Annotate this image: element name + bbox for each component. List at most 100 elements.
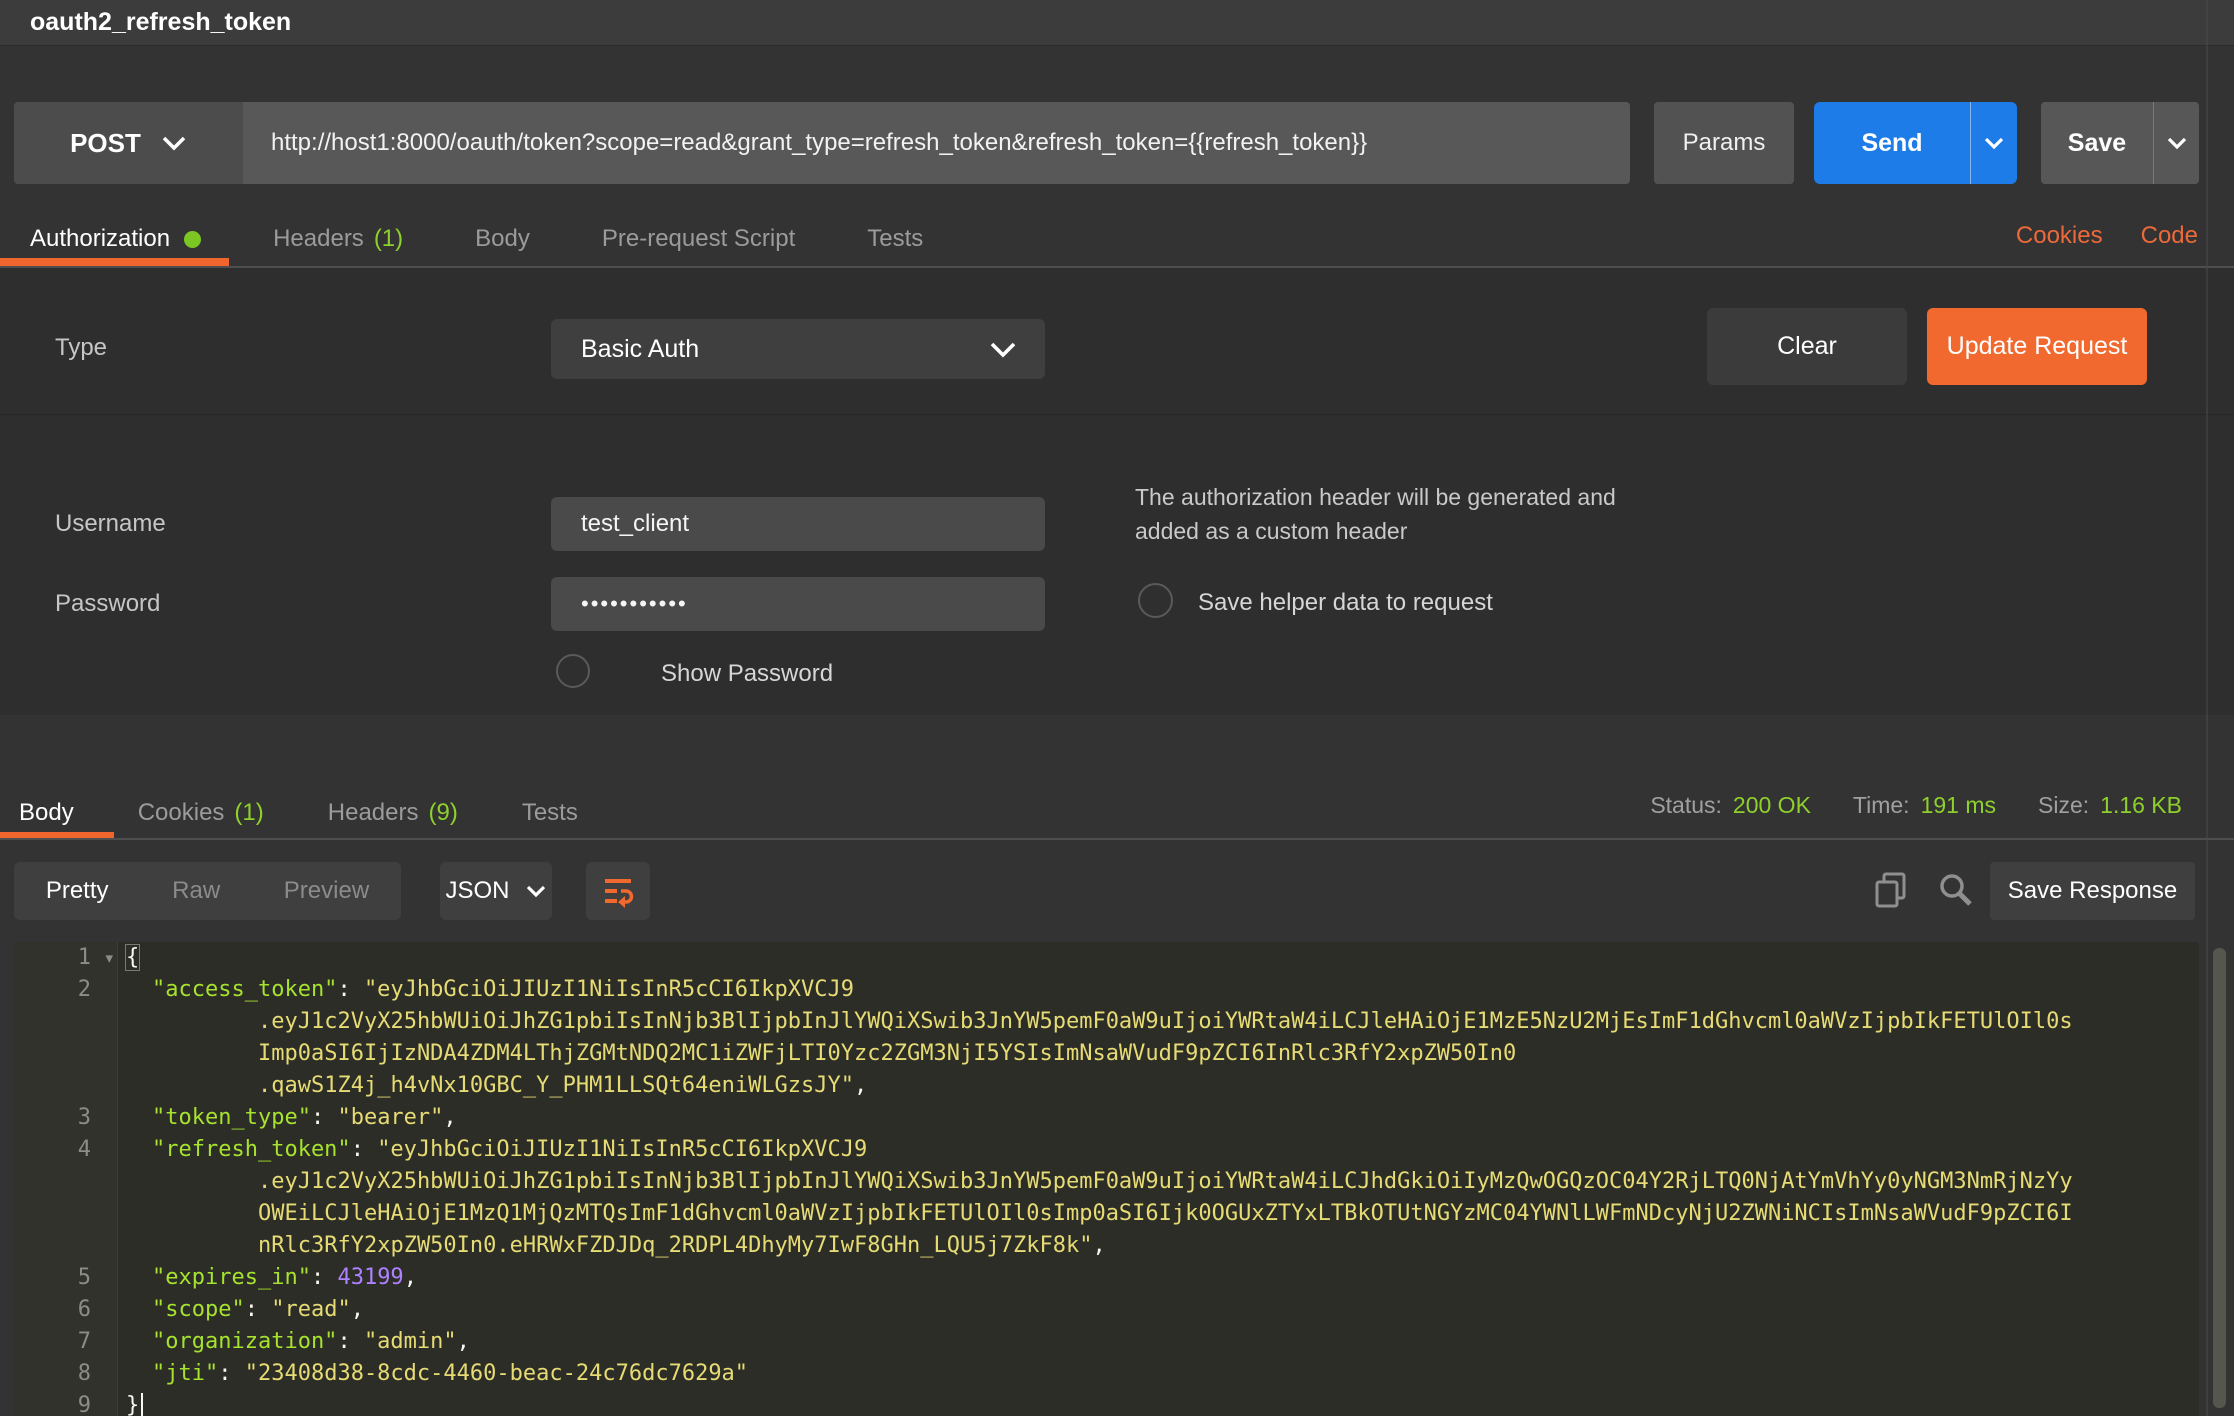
username-field[interactable]: test_client <box>551 497 1045 551</box>
token-plain: : <box>351 1137 378 1162</box>
tab-tests[interactable]: Tests <box>522 799 578 827</box>
params-button[interactable]: Params <box>1654 102 1794 184</box>
url-text: http://host1:8000/oauth/token?scope=read… <box>271 129 1367 157</box>
wrap-text-button[interactable] <box>586 862 650 920</box>
tab-count-badge: (1) <box>374 225 403 253</box>
code-text: OWEiLCJleHAiOjE1MzQ1MjQzMTQsImF1dGhvcml0… <box>118 1198 2073 1230</box>
wrap-text-icon <box>601 874 635 908</box>
line-number: 5 <box>78 1265 91 1290</box>
search-icon <box>1936 870 1976 910</box>
save-response-button[interactable]: Save Response <box>1990 862 2195 920</box>
auth-divider <box>0 414 2234 415</box>
token-key: "expires_in" <box>152 1265 311 1290</box>
chevron-down-icon <box>1983 136 2005 150</box>
type-label: Type <box>55 334 107 362</box>
tab-label: Tests <box>867 225 923 253</box>
copy-response-button[interactable] <box>1872 870 1912 910</box>
tab-cookies[interactable]: Cookies(1) <box>138 799 264 827</box>
code-text: } <box>118 1390 143 1416</box>
tab-headers[interactable]: Headers(9) <box>328 799 458 827</box>
token-plain: , <box>404 1265 417 1290</box>
line-number: 7 <box>78 1329 91 1354</box>
copy-icon <box>1872 870 1912 910</box>
line-number-gutter: 9 <box>14 1390 118 1416</box>
tab-pre-request-script[interactable]: Pre-request Script <box>602 225 795 253</box>
auth-helper-note-line2: added as a custom header <box>1135 514 1616 548</box>
token-key: "jti" <box>152 1361 218 1386</box>
code-line: 1▾{ <box>14 942 2199 974</box>
clear-button[interactable]: Clear <box>1707 308 1907 385</box>
token-key: "access_token" <box>152 977 337 1002</box>
send-options-button[interactable] <box>1971 102 2017 184</box>
line-number-gutter: 2 <box>14 974 118 1006</box>
chevron-down-icon <box>525 884 547 898</box>
auth-type-select[interactable]: Basic Auth <box>551 319 1045 379</box>
time-badge: Time: 191 ms <box>1853 792 1996 819</box>
password-label: Password <box>55 590 160 618</box>
tab-body[interactable]: Body <box>475 225 530 253</box>
view-mode-pretty[interactable]: Pretty <box>46 877 109 905</box>
chevron-down-icon <box>2166 136 2188 150</box>
code-link[interactable]: Code <box>2141 222 2198 250</box>
status-badge: Status: 200 OK <box>1650 792 1811 819</box>
view-mode-raw[interactable]: Raw <box>172 877 220 905</box>
line-number: 2 <box>78 977 91 1002</box>
token-str: "23408d38-8cdc-4460-beac-24c76dc7629a" <box>245 1361 748 1386</box>
save-helper-toggle[interactable] <box>1138 583 1173 618</box>
code-line: .eyJ1c2VyX25hbWUiOiJhZG1pbiIsInNjb3BlIjp… <box>14 1006 2199 1038</box>
token-key: "organization" <box>152 1329 337 1354</box>
text-cursor <box>141 1393 143 1416</box>
save-options-button[interactable] <box>2154 102 2199 184</box>
tab-label: Tests <box>522 799 578 827</box>
tab-tests[interactable]: Tests <box>867 225 923 253</box>
code-line: 3 "token_type": "bearer", <box>14 1102 2199 1134</box>
code-line: 8 "jti": "23408d38-8cdc-4460-beac-24c76dc… <box>14 1358 2199 1390</box>
view-mode-preview[interactable]: Preview <box>284 877 369 905</box>
token-plain: , <box>1092 1233 1105 1258</box>
line-number-gutter: 6 <box>14 1294 118 1326</box>
line-number: 3 <box>78 1105 91 1130</box>
token-str: Imp0aSI6IjIzNDA4ZDM4LThjZGMtNDQ2MC1iZWFj… <box>258 1041 1516 1066</box>
line-number: 8 <box>78 1361 91 1386</box>
request-title: oauth2_refresh_token <box>30 8 291 37</box>
line-number-gutter <box>14 1006 118 1038</box>
format-select[interactable]: JSON <box>440 862 552 920</box>
scrollbar-thumb[interactable] <box>2213 948 2226 1408</box>
method-label: POST <box>70 128 141 159</box>
password-field[interactable]: ••••••••••• <box>551 577 1045 631</box>
tab-headers[interactable]: Headers (1) <box>273 225 403 253</box>
line-number-gutter: 4 <box>14 1134 118 1166</box>
tab-label: Body <box>475 225 530 253</box>
line-number-gutter <box>14 1198 118 1230</box>
token-plain: , <box>854 1073 867 1098</box>
code-text: "token_type": "bearer", <box>118 1102 457 1134</box>
search-response-button[interactable] <box>1936 870 1976 910</box>
token-str: "read" <box>271 1297 350 1322</box>
response-body-editor[interactable]: 1▾{ 2 "access_token": "eyJhbGciOiJIUzI1NiI… <box>14 942 2199 1416</box>
code-line: nRlc3RfY2xpZW50In0.eHRWxFZDJDq_2RDPL4Dhy… <box>14 1230 2199 1262</box>
fold-caret-icon[interactable]: ▾ <box>105 942 113 974</box>
update-request-button[interactable]: Update Request <box>1927 308 2147 385</box>
code-text: "jti": "23408d38-8cdc-4460-beac-24c76dc7… <box>118 1358 748 1390</box>
method-select[interactable]: POST <box>14 102 243 184</box>
code-text: "organization": "admin", <box>118 1326 470 1358</box>
code-line: Imp0aSI6IjIzNDA4ZDM4LThjZGMtNDQ2MC1iZWFj… <box>14 1038 2199 1070</box>
url-input[interactable]: http://host1:8000/oauth/token?scope=read… <box>243 102 1630 184</box>
token-str: "eyJhbGciOiJIUzI1NiIsInR5cCI6IkpXVCJ9 <box>377 1137 867 1162</box>
code-text: { <box>118 942 139 974</box>
token-str: "admin" <box>364 1329 457 1354</box>
show-password-toggle[interactable] <box>556 654 590 688</box>
token-plain: : <box>337 977 364 1002</box>
save-button[interactable]: Save <box>2041 102 2199 184</box>
tab-authorization[interactable]: Authorization <box>30 225 201 253</box>
tab-label: Body <box>19 799 74 827</box>
code-text: "refresh_token": "eyJhbGciOiJIUzI1NiIsIn… <box>118 1134 867 1166</box>
send-button[interactable]: Send <box>1814 102 2017 184</box>
window-scrollbar-track <box>2206 0 2208 1416</box>
tab-label: Authorization <box>30 225 170 253</box>
tab-body[interactable]: Body <box>19 799 74 827</box>
response-tabs: Body Cookies(1) Headers(9) Tests <box>0 788 1634 838</box>
cookies-link[interactable]: Cookies <box>2016 222 2103 250</box>
tab-label: Headers <box>273 225 364 253</box>
token-plain: : <box>245 1297 272 1322</box>
